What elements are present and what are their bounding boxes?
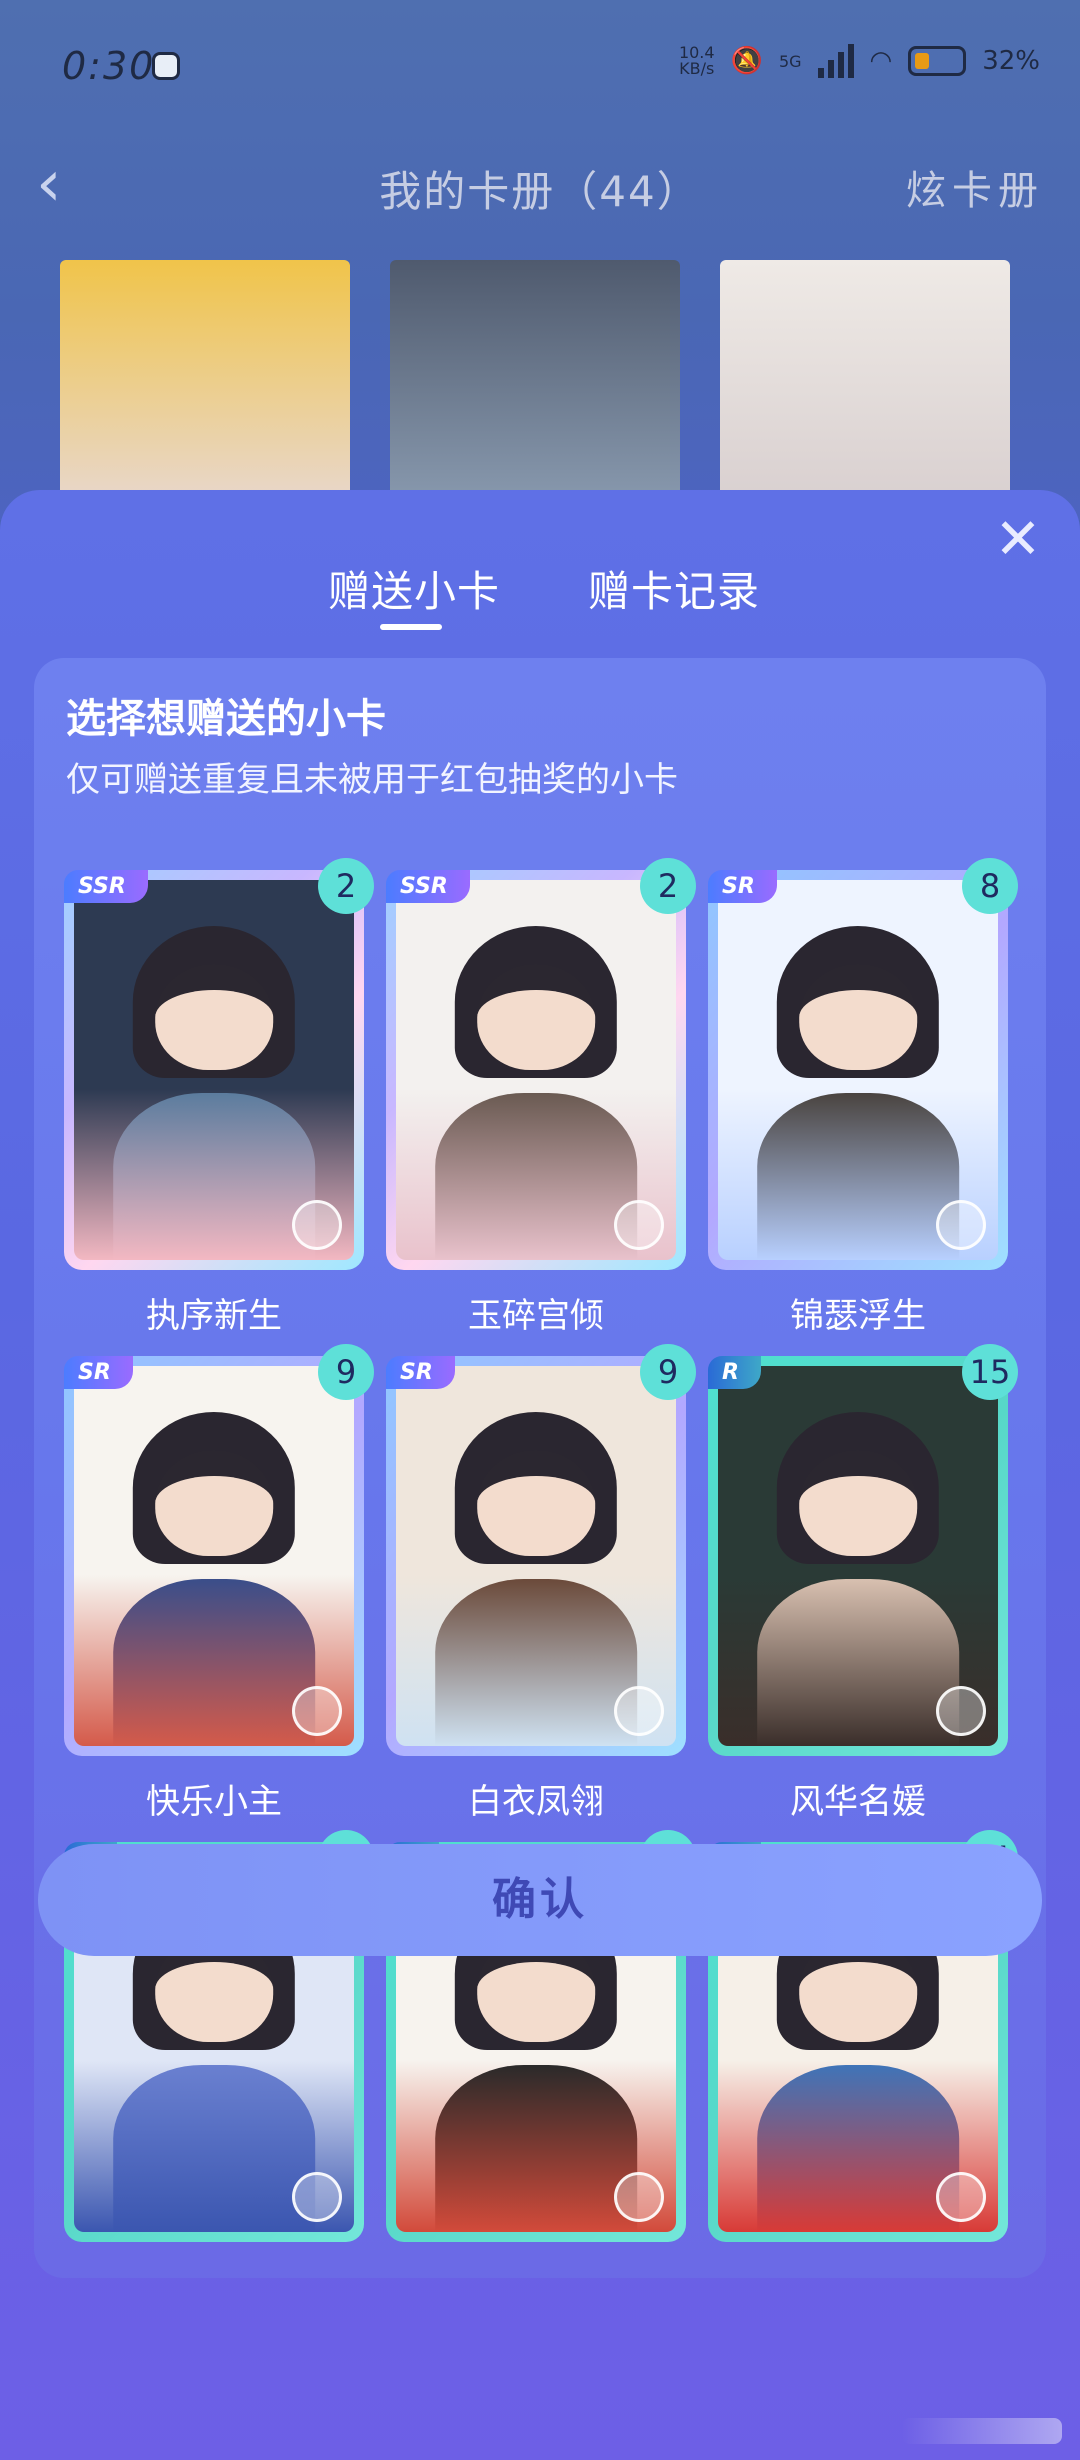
gift-card-item[interactable]: SR 9 快乐小主	[64, 1344, 374, 1823]
active-tab-indicator	[380, 624, 442, 630]
select-checkbox[interactable]	[292, 1200, 342, 1250]
select-checkbox[interactable]	[292, 2172, 342, 2222]
card-frame[interactable]: SR 9	[386, 1344, 696, 1756]
sheet-tabs: 赠送小卡 赠卡记录	[0, 558, 1080, 638]
select-checkbox[interactable]	[936, 2172, 986, 2222]
card-frame[interactable]: R 15	[708, 1344, 1018, 1756]
rarity-badge: SR	[708, 870, 777, 903]
select-checkbox[interactable]	[614, 1200, 664, 1250]
panel-subtitle: 仅可赠送重复且未被用于红包抽奖的小卡	[66, 760, 678, 800]
wifi-icon: ◠	[869, 46, 893, 76]
gift-card-item[interactable]: SR 8 锦瑟浮生	[708, 858, 1018, 1337]
card-name: 快乐小主	[146, 1782, 282, 1822]
card-frame[interactable]: SR 8	[708, 858, 1018, 1270]
album-card	[720, 260, 1010, 510]
mute-icon: 🔕	[730, 46, 763, 76]
gift-card-item[interactable]: SSR 2 执序新生	[64, 858, 374, 1337]
gift-card-item[interactable]: SR 9 白衣凤翎	[386, 1344, 696, 1823]
card-name: 执序新生	[146, 1296, 282, 1336]
app-notification-icon	[152, 52, 180, 80]
character-costume	[435, 1578, 637, 1746]
character-costume	[757, 2064, 959, 2232]
header: ‹ 我的卡册（44） 炫卡册	[0, 140, 1080, 260]
card-name: 锦瑟浮生	[790, 1296, 926, 1336]
select-checkbox[interactable]	[614, 1686, 664, 1736]
battery-level: 32%	[982, 46, 1040, 76]
gift-card-item[interactable]: SSR 2 玉碎宫倾	[386, 858, 696, 1337]
card-count-badge: 2	[318, 858, 374, 914]
tab-send-history[interactable]: 赠卡记录	[588, 558, 760, 619]
battery-icon	[908, 46, 967, 76]
card-frame[interactable]: SSR 2	[64, 858, 374, 1270]
card-count-badge: 9	[640, 1344, 696, 1400]
card-name: 白衣凤翎	[468, 1782, 604, 1822]
show-album-button[interactable]: 炫卡册	[906, 158, 1044, 216]
gift-card-item[interactable]: R 15 风华名媛	[708, 1344, 1018, 1823]
rarity-badge: SSR	[64, 870, 148, 903]
card-count-badge: 9	[318, 1344, 374, 1400]
status-bar: 0:30 10.4 KB/s 🔕 5G ◠ 32%	[0, 0, 1080, 140]
panel-heading: 选择想赠送的小卡	[66, 696, 386, 742]
select-checkbox[interactable]	[292, 1686, 342, 1736]
card-selection-panel: 选择想赠送的小卡 仅可赠送重复且未被用于红包抽奖的小卡 SSR 2 执序新生 SSR 2…	[34, 658, 1046, 2278]
select-checkbox[interactable]	[936, 1686, 986, 1736]
character-face	[799, 1449, 917, 1556]
character-face	[155, 1449, 273, 1556]
confirm-button[interactable]: 确认	[38, 1844, 1042, 1956]
network-type: 5G	[778, 51, 802, 71]
character-costume	[435, 2064, 637, 2232]
character-costume	[435, 1092, 637, 1260]
status-icons: 10.4 KB/s 🔕 5G ◠ 32%	[679, 44, 1040, 78]
gift-card-sheet: ✕ 赠送小卡 赠卡记录 选择想赠送的小卡 仅可赠送重复且未被用于红包抽奖的小卡 …	[0, 490, 1080, 2460]
album-card	[390, 260, 680, 510]
character-face	[477, 1449, 595, 1556]
select-checkbox[interactable]	[614, 2172, 664, 2222]
card-count-badge: 15	[962, 1344, 1018, 1400]
card-frame[interactable]: SSR 2	[386, 858, 696, 1270]
card-name: 风华名媛	[790, 1782, 926, 1822]
album-background-cards	[60, 260, 1040, 510]
character-face	[477, 963, 595, 1070]
character-costume	[113, 2064, 315, 2232]
character-costume	[113, 1578, 315, 1746]
character-face	[799, 963, 917, 1070]
character-costume	[757, 1092, 959, 1260]
character-face	[155, 963, 273, 1070]
album-card	[60, 260, 350, 510]
network-speed: 10.4 KB/s	[678, 43, 715, 78]
status-time: 0:30	[62, 44, 156, 88]
signal-icon	[817, 44, 854, 78]
select-checkbox[interactable]	[936, 1200, 986, 1250]
tab-send-card[interactable]: 赠送小卡	[328, 558, 500, 619]
rarity-badge: SR	[386, 1356, 455, 1389]
card-name: 玉碎宫倾	[468, 1296, 604, 1336]
card-count-badge: 2	[640, 858, 696, 914]
character-costume	[113, 1092, 315, 1260]
rarity-badge: R	[708, 1356, 761, 1389]
rarity-badge: SSR	[386, 870, 470, 903]
rarity-badge: SR	[64, 1356, 133, 1389]
character-costume	[757, 1578, 959, 1746]
card-count-badge: 8	[962, 858, 1018, 914]
watermark	[902, 2418, 1062, 2444]
card-frame[interactable]: SR 9	[64, 1344, 374, 1756]
